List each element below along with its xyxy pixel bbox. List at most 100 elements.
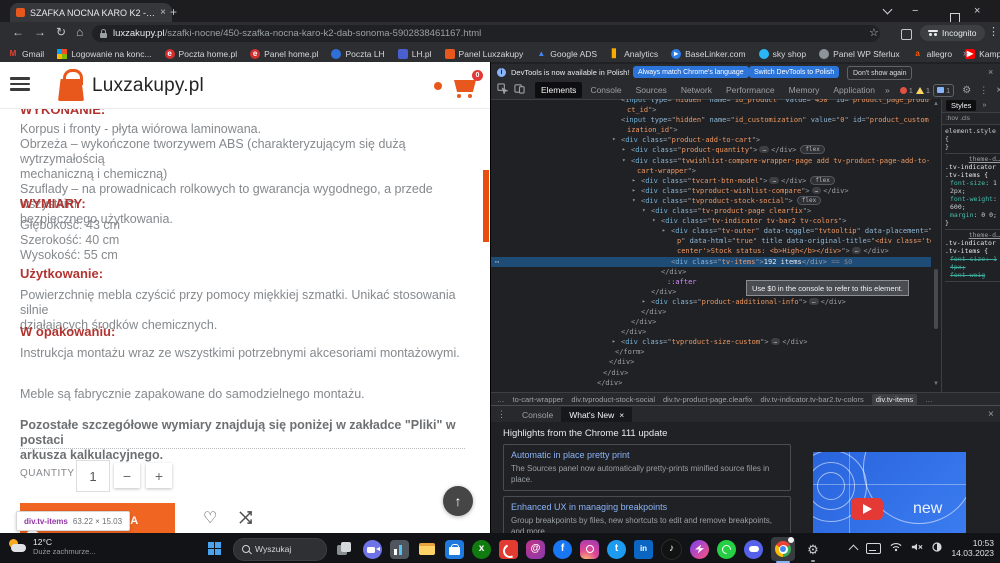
whats-new-link[interactable]: Automatic in place pretty print [511, 450, 783, 460]
bookmark-item[interactable]: ▶Kampania Produkto... [965, 49, 1000, 59]
tab-whats-new[interactable]: What's New × [561, 407, 632, 423]
account-icon[interactable] [434, 82, 442, 90]
instagram-icon[interactable] [580, 540, 599, 559]
dom-line[interactable]: </div> [491, 357, 931, 367]
bookmark-item[interactable]: ePanel home.pl [250, 49, 318, 59]
youtube-play-icon[interactable] [851, 498, 883, 520]
twisty-icon[interactable]: ▸ [622, 145, 626, 155]
new-tab-button[interactable]: + [170, 5, 177, 19]
window-minimize-button[interactable]: − [912, 0, 942, 22]
stylesheet-link[interactable]: theme-d… [945, 155, 1000, 163]
cart-icon[interactable]: 0 [452, 76, 480, 98]
forward-icon[interactable]: → [34, 25, 46, 39]
taskbar-clock[interactable]: 10:53 14.03.2023 [951, 538, 994, 558]
ellipsis-pill[interactable]: … [852, 247, 862, 254]
breadcrumb-item[interactable]: div.tv-product-page.clearfix [663, 395, 752, 404]
stylesheet-link[interactable]: theme-d… [945, 231, 1000, 239]
dom-line[interactable]: ▸<div class="product-additional-info">…<… [491, 297, 931, 307]
scroll-up-icon[interactable]: ▲ [933, 101, 939, 107]
devtools-menu-icon[interactable]: ⋮ [979, 85, 988, 96]
bookmark-item[interactable]: Logowanie na konc... [57, 49, 151, 59]
dom-line[interactable]: ▸<div class="tvcart-btn-model">…</div>fl… [491, 176, 931, 186]
facebook-icon[interactable]: f [553, 540, 572, 559]
error-badge[interactable]: 1 [900, 86, 913, 95]
bookmark-item[interactable]: LH.pl [398, 49, 432, 59]
flex-badge[interactable]: flex [800, 145, 824, 154]
site-logo-icon[interactable] [58, 69, 84, 101]
home-icon[interactable]: ⌂ [76, 25, 83, 39]
devtools-tab-performance[interactable]: Performance [720, 82, 781, 98]
reload-icon[interactable]: ↻ [56, 25, 66, 39]
breadcrumb-item[interactable]: … [925, 395, 933, 404]
drawer-close-icon[interactable]: × [988, 409, 994, 420]
bookmark-item[interactable]: ePoczta home.pl [165, 49, 238, 59]
devtools-close-icon[interactable]: × [996, 85, 1000, 96]
element-style-rule[interactable]: element.style { } [945, 127, 1000, 154]
browser-tab[interactable]: SZAFKA NOCNA KARO K2 - DĄB × [10, 3, 172, 22]
devtools-tab-sources[interactable]: Sources [630, 82, 673, 98]
dom-line[interactable]: ▸<div class="tv-outer" data-toggle="tvto… [491, 226, 931, 236]
ellipsis-pill[interactable]: … [769, 177, 779, 184]
xbox-icon[interactable]: x [472, 540, 491, 559]
twisty-icon[interactable]: ▾ [622, 156, 626, 166]
tabs-overflow-icon[interactable]: » [881, 85, 894, 95]
bookmark-item[interactable]: Panel WP Sferlux [819, 49, 899, 59]
tab-close-icon[interactable]: × [160, 7, 166, 18]
dom-line-selected[interactable]: ⋯<div class="tv-items">192 items</div> =… [491, 257, 931, 267]
discord-icon[interactable] [744, 540, 763, 559]
styles-filter-bar[interactable]: :hov .cls [942, 113, 1000, 125]
tray-status-icon[interactable] [932, 539, 942, 557]
dom-line[interactable]: ▾<div class="tvwishlist-compare-wrapper-… [491, 156, 931, 166]
twisty-icon[interactable]: ▸ [612, 337, 616, 347]
dom-line[interactable]: ▸<div class="product-quantity">…</div>fl… [491, 145, 931, 155]
twisty-icon[interactable]: ▸ [662, 226, 666, 236]
dom-line[interactable]: </div> [491, 378, 931, 388]
dom-line[interactable]: </form> [491, 347, 931, 357]
switch-polish-button[interactable]: Switch DevTools to Polish [749, 66, 839, 78]
twisty-icon[interactable]: ▾ [642, 206, 646, 216]
window-close-button[interactable]: × [974, 0, 1000, 22]
css-property[interactable]: font-weight: 600; [945, 195, 1000, 211]
ellipsis-pill[interactable]: … [759, 146, 769, 153]
quantity-plus-button[interactable]: + [146, 463, 172, 488]
chrome-icon[interactable] [771, 537, 795, 561]
tiktok-icon[interactable]: ♪ [661, 539, 682, 560]
volume-muted-icon[interactable] [911, 539, 923, 557]
hamburger-menu-icon[interactable] [10, 77, 30, 94]
whats-new-close-icon[interactable]: × [619, 410, 624, 420]
bookmark-star-icon[interactable]: ☆ [869, 26, 879, 39]
dom-line[interactable]: </div> [491, 368, 931, 378]
wifi-icon[interactable] [890, 539, 902, 557]
back-icon[interactable]: ← [12, 25, 24, 39]
ellipsis-pill[interactable]: … [812, 187, 822, 194]
styles-overflow-icon[interactable]: » [982, 102, 986, 109]
dom-line[interactable]: cart-wrapper"> [491, 166, 931, 176]
devtools-tab-console[interactable]: Console [584, 82, 627, 98]
dom-line[interactable]: ▾<div class="tvproduct-stock-social">fle… [491, 196, 931, 206]
css-property[interactable]: margin: 0 0; [945, 211, 1000, 219]
taskbar-search[interactable]: Wyszukaj [233, 538, 327, 561]
css-property[interactable]: font-size: 14px; [945, 255, 1000, 271]
bookmark-item[interactable]: ▲Google ADS [536, 49, 597, 59]
settings-icon[interactable]: ⚙ [803, 538, 823, 560]
quantity-minus-button[interactable]: − [114, 463, 140, 488]
line-options-icon[interactable]: ⋯ [495, 257, 499, 267]
issues-badge[interactable]: 1 [933, 84, 954, 97]
dom-line[interactable]: ▾<div class="product-add-to-cart"> [491, 135, 931, 145]
dom-line[interactable]: </div> [491, 327, 931, 337]
twisty-icon[interactable]: ▾ [632, 196, 636, 206]
task-view-icon[interactable] [335, 538, 355, 560]
dom-line[interactable]: </div> [491, 267, 931, 277]
bookmark-item[interactable]: ▸BaseLinker.com [671, 49, 745, 59]
dom-line[interactable]: <input type="hidden" name="id_customizat… [491, 115, 931, 125]
inspect-element-icon[interactable] [497, 81, 508, 99]
dom-line[interactable]: ▾<div class="tv-product-page clearfix"> [491, 206, 931, 216]
dom-line[interactable]: ization_id"> [491, 125, 931, 135]
wishlist-heart-icon[interactable]: ♡ [203, 508, 217, 528]
scrollbar-thumb[interactable] [934, 269, 938, 329]
breadcrumb-item[interactable]: div.tv-indicator.tv-bar2.tv-colors [760, 395, 863, 404]
tray-chevron-icon[interactable] [849, 545, 859, 555]
warning-badge[interactable]: 1 [916, 86, 930, 95]
bookmark-item[interactable]: ▋Analytics [610, 49, 658, 59]
device-toolbar-icon[interactable] [514, 81, 525, 99]
